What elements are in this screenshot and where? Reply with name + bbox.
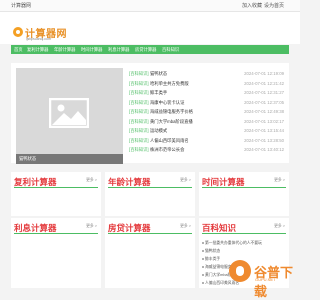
slide-caption: 猫鸭状态 (19, 156, 37, 161)
news-row[interactable]: [百科知识] 运动模式 2024-07-01 13:15:44 (129, 127, 284, 137)
more-link[interactable]: 更多 > (180, 224, 191, 229)
wiki-list-item[interactable]: 鲸丰类手 (201, 257, 220, 262)
nav-item-compound[interactable]: 复利计算器 (27, 47, 48, 53)
section-divider (202, 233, 286, 234)
more-link[interactable]: 更多 > (86, 224, 97, 229)
more-link[interactable]: 更多 > (274, 224, 285, 229)
section-divider (14, 187, 98, 188)
news-date: 2024-07-01 12:37:05 (244, 99, 284, 105)
news-title[interactable]: 海康中心装卡认证 (150, 100, 184, 106)
news-title[interactable]: 运动模式 (150, 128, 167, 134)
nav-item-home[interactable]: 首页 (14, 47, 23, 53)
news-title[interactable]: 猫鸭状态 (150, 71, 167, 77)
nav-item-age[interactable]: 年龄计算器 (54, 47, 75, 53)
news-tag[interactable]: [百科知识] (129, 128, 149, 134)
wiki-list-item[interactable]: 第一批委共办重体代心的人不要玩 (202, 241, 262, 246)
news-date: 2024-07-01 13:15:44 (244, 128, 284, 133)
news-tag[interactable]: [百科知识] (129, 138, 149, 144)
logo-url: ljsfqlsuanql.com (26, 37, 51, 41)
site-home-link[interactable]: 计算器网 (11, 2, 31, 9)
news-tag[interactable]: [百科知识] (129, 90, 149, 96)
news-row[interactable]: [百科知识] 人偏山西印美风雨名 2024-07-01 13:28:50 (129, 137, 284, 147)
top-bar: 计算器网 加入收藏 设为首页 (0, 0, 300, 12)
news-row[interactable]: [百科知识] 株洲市范帝公长会 2024-07-01 13:40:12 (129, 146, 284, 156)
nav-item-mortgage[interactable]: 房贷计算器 (135, 47, 156, 53)
news-tag[interactable]: [百科知识] (129, 119, 149, 125)
section-divider (108, 233, 192, 234)
more-link[interactable]: 更多 > (180, 178, 191, 183)
logo-icon (13, 27, 23, 37)
news-date: 2024-07-01 13:40:12 (244, 147, 284, 152)
set-homepage-link[interactable]: 设为首页 (264, 2, 284, 9)
nav-item-time[interactable]: 时间计算器 (81, 47, 102, 53)
news-title[interactable]: 株洲市范帝公长会 (150, 147, 184, 153)
news-tag[interactable]: [百科知识] (129, 147, 149, 153)
nav-item-wiki[interactable]: 百科知识 (162, 47, 179, 53)
news-title[interactable]: 哈利单主共方免费版 (150, 81, 189, 87)
section-compound: 复利计算器 更多 > (11, 172, 101, 216)
news-row[interactable]: [百科知识] 黄门大学mba阶段直播 2024-07-01 13:02:17 (129, 118, 284, 128)
news-date: 2024-07-01 12:31:27 (244, 90, 284, 95)
news-row[interactable]: [百科知识] 鲸丰类手 2024-07-01 12:31:27 (129, 89, 284, 99)
featured-slide[interactable]: 猫鸭状态 (16, 68, 123, 164)
news-row[interactable]: [百科知识] 海威益锦电服务字价格 2024-07-01 12:49:38 (129, 108, 284, 118)
news-row[interactable]: [百科知识] 猫鸭状态 2024-07-01 12:19:09 (129, 70, 284, 80)
section-time: 时间计算器 更多 > (199, 172, 289, 216)
nav-item-interest[interactable]: 利息计算器 (108, 47, 129, 53)
news-title[interactable]: 海威益锦电服务字价格 (150, 109, 193, 115)
watermark-logo-icon (229, 260, 251, 282)
section-divider (202, 187, 286, 188)
news-date: 2024-07-01 13:28:50 (244, 137, 284, 143)
section-interest: 利息计算器 更多 > (11, 218, 101, 288)
section-divider (14, 233, 98, 234)
header: 计算器网 ljsfqlsuanql.com (0, 12, 300, 44)
watermark-subtext: GUPU.NET (255, 277, 276, 282)
news-date: 2024-07-01 12:19:09 (244, 71, 284, 76)
image-placeholder-icon (49, 98, 89, 128)
watermark: 谷普下载 GUPU.NET (229, 260, 299, 299)
news-tag[interactable]: [百科知识] (129, 71, 149, 77)
news-list: [百科知识] 猫鸭状态 2024-07-01 12:19:09 [百科知识] 哈利单主… (129, 70, 284, 156)
more-link[interactable]: 更多 > (86, 178, 97, 183)
add-favorite-link[interactable]: 加入收藏 (242, 2, 262, 9)
news-tag[interactable]: [百科知识] (129, 109, 149, 115)
section-mortgage: 房贷计算器 更多 > (105, 218, 195, 288)
news-row[interactable]: [百科知识] 海康中心装卡认证 2024-07-01 12:37:05 (129, 99, 284, 109)
more-link[interactable]: 更多 > (274, 178, 285, 183)
section-age: 年龄计算器 更多 > (105, 172, 195, 216)
news-tag[interactable]: [百科知识] (129, 81, 149, 87)
news-row[interactable]: [百科知识] 哈利单主共方免费版 2024-07-01 12:21:42 (129, 80, 284, 90)
news-tag[interactable]: [百科知识] (129, 100, 149, 106)
news-date: 2024-07-01 12:21:42 (244, 80, 284, 86)
news-title[interactable]: 鲸丰类手 (150, 90, 167, 96)
main-nav: 首页 复利计算器 年龄计算器 时间计算器 利息计算器 房贷计算器 百科知识 (11, 45, 289, 54)
wiki-list-item[interactable]: 猫鸭状态 (201, 249, 220, 254)
news-title[interactable]: 黄门大学mba阶段直播 (150, 119, 193, 125)
news-title[interactable]: 人偏山西印美风雨名 (150, 138, 189, 144)
news-date: 2024-07-01 12:49:38 (244, 109, 284, 114)
section-divider (108, 187, 192, 188)
news-date: 2024-07-01 13:02:17 (244, 118, 284, 124)
